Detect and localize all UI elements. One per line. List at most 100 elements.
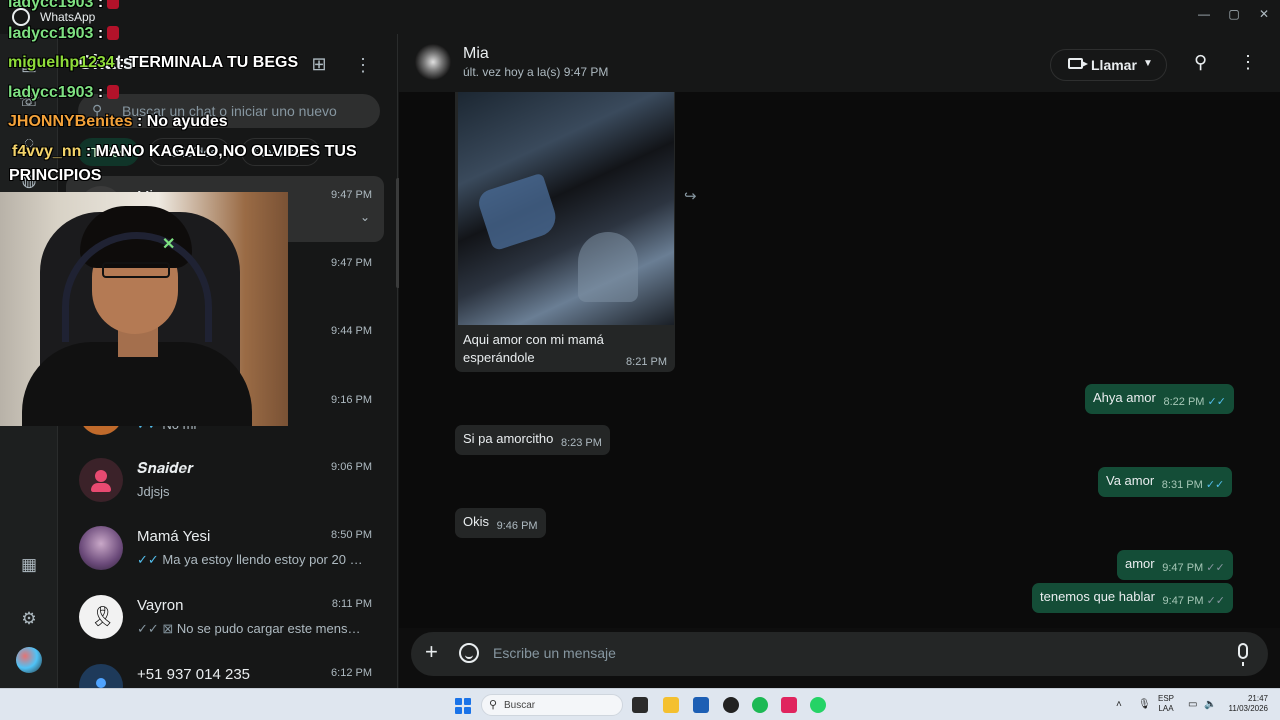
message-out[interactable]: Va amor 8:31 PM ✓✓ xyxy=(1098,467,1233,497)
message-list: Aqui amor con mi mamá esperándole 8:21 P… xyxy=(399,92,1280,628)
double-check-icon: ✓✓ xyxy=(137,621,163,636)
search-icon[interactable]: ⚲ xyxy=(1194,52,1207,73)
file-explorer-icon[interactable] xyxy=(663,697,679,713)
last-seen: últ. vez hoy a la(s) 9:47 PM xyxy=(463,65,609,79)
message-text: amor xyxy=(1125,556,1155,571)
obs-icon[interactable] xyxy=(723,697,739,713)
message-out[interactable]: amor 9:47 PM ✓✓ xyxy=(1117,550,1233,580)
contact-name[interactable]: Mia xyxy=(463,45,489,63)
message-out[interactable]: Ahya amor 8:22 PM ✓✓ xyxy=(1085,384,1234,414)
taskbar-search-label: Buscar xyxy=(504,700,536,711)
message-input[interactable]: Escribe un mensaje xyxy=(493,645,616,661)
spotify-icon[interactable] xyxy=(752,697,768,713)
taskbar: ⚲ Buscar ˄ 🎙 ESP LAA ▭ 🔈 21:47 11/03/2026 xyxy=(0,688,1280,720)
chat-item-vayron[interactable]: Vayron 8:11 PM ✓✓ ⊠ No se pudo cargar es… xyxy=(66,585,384,651)
chair-logo-icon: ✕ xyxy=(162,236,176,253)
chat-time: 8:11 PM xyxy=(331,598,372,610)
overlay-chat-line: PRINCIPIOS xyxy=(9,167,102,184)
badge-icon xyxy=(107,0,120,9)
message-time: 8:31 PM ✓✓ xyxy=(1161,479,1225,491)
chat-time: 8:50 PM xyxy=(331,529,372,541)
microphone-icon[interactable] xyxy=(1238,643,1248,666)
chat-time: 9:44 PM xyxy=(331,325,372,337)
sticker-emoji-icon[interactable] xyxy=(459,643,479,663)
microphone-icon[interactable]: 🎙 xyxy=(1138,699,1151,710)
overlay-chat-line: ladycc1903 : xyxy=(8,0,120,12)
ribbon-avatar xyxy=(79,595,123,639)
conversation-panel: Mia últ. vez hoy a la(s) 9:47 PM Llamar … xyxy=(399,34,1280,688)
chat-preview: ✓✓ Ma ya estoy llendo estoy por 20 aho..… xyxy=(137,552,367,567)
message-text: Va amor xyxy=(1106,473,1155,488)
avatar xyxy=(79,526,123,570)
windows-start-icon[interactable] xyxy=(455,698,471,714)
message-out[interactable]: tenemos que hablar 9:47 PM ✓✓ xyxy=(1032,583,1234,613)
overlay-chat-line: ladycc1903 : xyxy=(8,84,120,102)
chevron-down-icon[interactable]: ⌄ xyxy=(360,210,370,224)
volume-icon[interactable]: 🔈 xyxy=(1204,699,1216,710)
clock[interactable]: 21:47 11/03/2026 xyxy=(1224,694,1268,714)
chevron-up-icon[interactable]: ˄ xyxy=(1116,699,1122,710)
image-message[interactable]: Aqui amor con mi mamá esperándole 8:21 P… xyxy=(455,92,675,372)
webcam-overlay: ✕ xyxy=(0,192,288,426)
video-camera-icon xyxy=(1068,58,1088,69)
chat-name: Mamá Yesi xyxy=(137,528,211,545)
image-caption: Aqui amor con mi mamá esperándole xyxy=(463,332,604,365)
minimize-button[interactable]: — xyxy=(1192,4,1216,24)
tiktok-icon[interactable] xyxy=(781,697,797,713)
chat-name: +51 937 014 235 xyxy=(137,666,251,683)
store-icon[interactable] xyxy=(693,697,709,713)
message-time: 9:47 PM ✓✓ xyxy=(1162,595,1226,607)
chevron-down-icon: ▼ xyxy=(1143,58,1153,69)
chat-time: 6:12 PM xyxy=(331,667,372,679)
overlay-chat-line: ladycc1903 : xyxy=(8,25,120,43)
contact-avatar[interactable] xyxy=(415,44,451,80)
language-indicator[interactable]: ESP LAA xyxy=(1158,694,1174,714)
message-time: 8:21 PM xyxy=(626,356,667,368)
photo-thumbnail[interactable] xyxy=(458,92,674,325)
task-view-icon[interactable] xyxy=(632,697,648,713)
message-time: 9:46 PM xyxy=(496,520,538,532)
overlay-chat-line: f4vvy_nn : MANO KAGALO,NO OLVIDES TUS xyxy=(12,143,357,160)
settings-icon[interactable]: ⚙ xyxy=(18,608,40,630)
chat-preview: ✓✓ ⊠ No se pudo cargar este mensaje... xyxy=(137,621,367,636)
message-text: Okis xyxy=(463,514,489,529)
search-icon: ⚲ xyxy=(489,699,498,711)
forward-icon[interactable]: ↪ xyxy=(684,187,697,205)
taskbar-search[interactable]: ⚲ Buscar xyxy=(481,694,623,716)
chat-time: 9:16 PM xyxy=(331,394,372,406)
message-time: 8:23 PM xyxy=(560,437,602,449)
profile-avatar[interactable] xyxy=(16,647,42,673)
network-icon[interactable]: ▭ xyxy=(1188,699,1197,710)
whatsapp-taskbar-icon[interactable] xyxy=(810,697,826,713)
badge-icon xyxy=(107,85,120,99)
blocked-icon: ⊠ xyxy=(162,621,177,636)
chat-preview: Jdjsjs xyxy=(137,484,170,499)
message-text: Ahya amor xyxy=(1093,390,1156,405)
message-time: 8:22 PM ✓✓ xyxy=(1163,396,1226,408)
overlay-chat-line: JHONNYBenites : No ayudes xyxy=(8,113,228,130)
menu-icon[interactable]: ⋮ xyxy=(1239,52,1257,73)
double-check-icon: ✓✓ xyxy=(1207,396,1226,408)
double-check-icon: ✓✓ xyxy=(1205,479,1225,491)
message-composer[interactable]: + Escribe un mensaje xyxy=(411,632,1268,676)
chat-name: Vayron xyxy=(137,597,184,614)
message-time: 9:47 PM ✓✓ xyxy=(1162,562,1225,574)
maximize-button[interactable]: ▢ xyxy=(1222,4,1246,24)
close-button[interactable]: ✕ xyxy=(1252,4,1276,24)
chat-item-mama-yesi[interactable]: Mamá Yesi 8:50 PM ✓✓ Ma ya estoy llendo … xyxy=(66,516,384,582)
call-label: Llamar xyxy=(1091,57,1137,73)
message-text: Si pa amorcitho xyxy=(463,431,554,446)
default-avatar-icon xyxy=(79,458,123,502)
media-icon[interactable]: ▦ xyxy=(18,554,40,576)
message-in[interactable]: Okis 9:46 PM xyxy=(455,508,546,538)
chat-header[interactable]: Mia últ. vez hoy a la(s) 9:47 PM Llamar … xyxy=(399,34,1280,92)
double-check-icon: ✓✓ xyxy=(1206,595,1226,607)
double-check-icon: ✓✓ xyxy=(137,552,163,567)
call-button[interactable]: Llamar ▼ xyxy=(1050,49,1167,81)
badge-icon xyxy=(107,26,120,40)
message-in[interactable]: Si pa amorcitho 8:23 PM xyxy=(455,425,610,455)
attach-plus-icon[interactable]: + xyxy=(425,641,438,663)
message-text: tenemos que hablar xyxy=(1040,589,1155,604)
chat-item-snaider[interactable]: 𝑺𝒏𝒂𝒊𝒅𝒆𝒓 9:06 PM Jdjsjs xyxy=(66,448,384,514)
stream-chat-overlay: ladycc1903 : ladycc1903 : miguelhp1234 :… xyxy=(0,0,400,200)
